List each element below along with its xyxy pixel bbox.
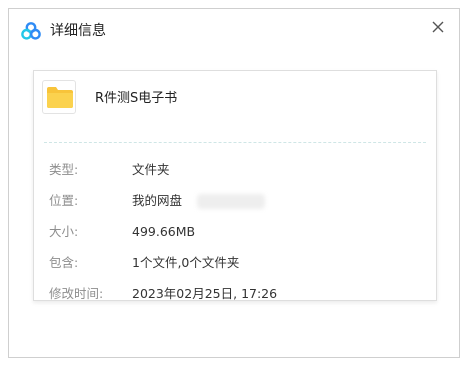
file-thumbnail xyxy=(42,80,76,114)
dialog-title: 详细信息 xyxy=(50,23,106,39)
modified-value: 2023年02月25日, 17:26 xyxy=(132,286,278,301)
redacted-path xyxy=(197,194,265,209)
size-value: 499.66MB xyxy=(132,224,196,239)
contains-value: 1个文件,0个文件夹 xyxy=(132,255,240,270)
title-bar: 详细信息 xyxy=(9,9,459,51)
type-label: 类型: xyxy=(49,162,79,177)
location-row: 位置: 我的网盘 xyxy=(34,191,436,211)
size-row: 大小: 499.66MB xyxy=(34,222,436,242)
divider xyxy=(44,142,426,143)
location-value[interactable]: 我的网盘 xyxy=(132,191,182,211)
details-panel: R件测S电子书 类型: 文件夹 位置: 我的网盘 大小: 499.66MB 包含… xyxy=(33,70,437,301)
modified-row: 修改时间: 2023年02月25日, 17:26 xyxy=(34,284,436,304)
type-value: 文件夹 xyxy=(132,162,170,177)
modified-label: 修改时间: xyxy=(49,286,104,301)
contains-row: 包含: 1个文件,0个文件夹 xyxy=(34,253,436,273)
contains-label: 包含: xyxy=(49,255,79,270)
details-dialog: 详细信息 R件测S电子书 类型: 文件夹 位置: 我的网盘 大小: 499.66… xyxy=(8,8,460,358)
location-label: 位置: xyxy=(49,193,79,208)
file-header: R件测S电子书 xyxy=(34,71,436,141)
folder-icon xyxy=(47,87,73,108)
baidu-netdisk-logo-icon xyxy=(21,21,41,41)
size-label: 大小: xyxy=(49,224,79,239)
file-name: R件测S电子书 xyxy=(95,91,178,106)
close-icon[interactable] xyxy=(427,16,449,38)
type-row: 类型: 文件夹 xyxy=(34,160,436,180)
